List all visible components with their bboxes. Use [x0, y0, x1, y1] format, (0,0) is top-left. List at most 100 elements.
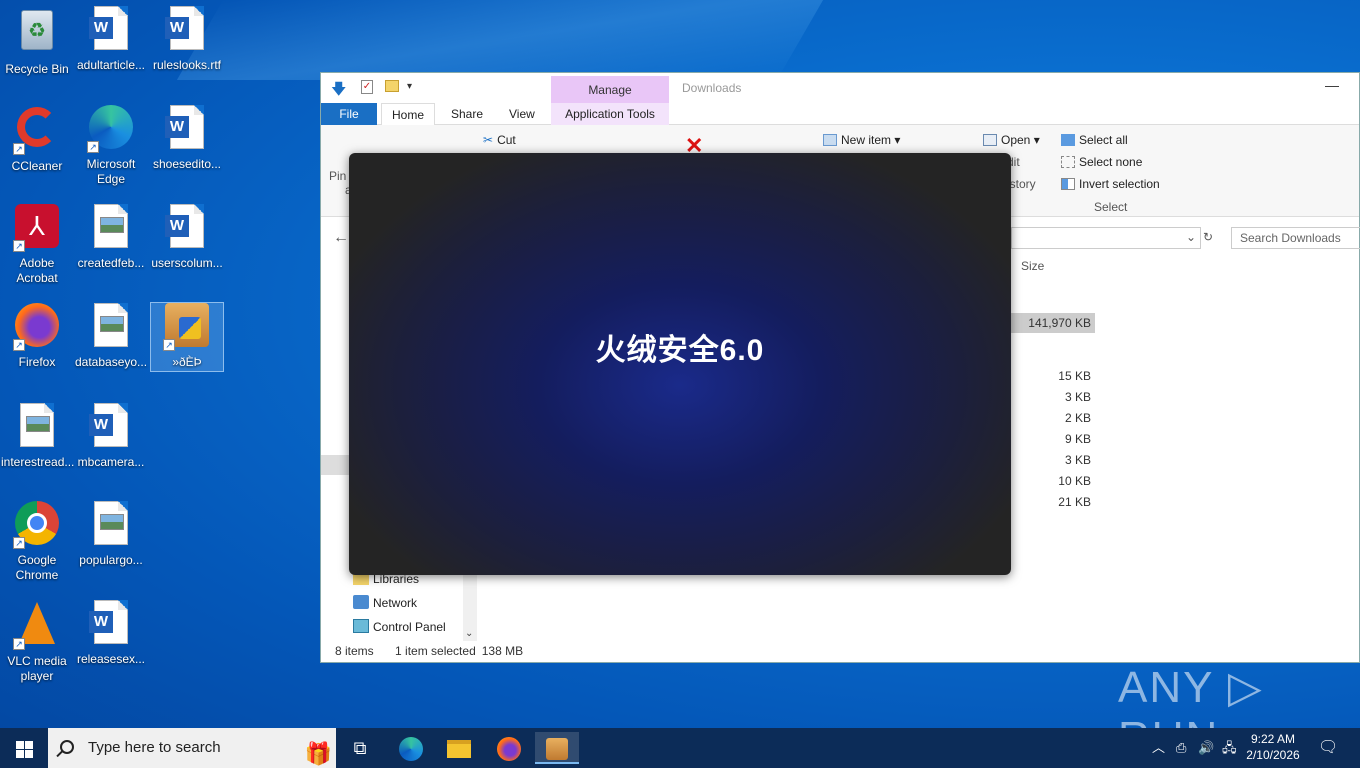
desktop-icon-label: shoesedito... [152, 157, 222, 171]
word-document-icon: W [163, 204, 211, 252]
tab-view[interactable]: View [499, 103, 545, 125]
file-size[interactable]: 21 KB [1011, 495, 1091, 509]
chevron-down-icon[interactable]: ⌄ [1186, 230, 1196, 244]
network-tray-icon[interactable]: 🖧 [1222, 728, 1237, 768]
notification-center-icon[interactable]: 🗨 [1318, 728, 1338, 768]
desktop-icon-image-file[interactable]: interestread... [1, 403, 75, 470]
huorong-installer-taskbar-icon[interactable] [535, 732, 579, 764]
shortcut-arrow-icon: ↗ [13, 143, 25, 155]
desktop-icon-image-file[interactable]: createdfeb... [75, 204, 147, 271]
edge-taskbar-icon[interactable] [389, 732, 433, 764]
file-explorer-taskbar-icon[interactable] [437, 732, 481, 764]
show-hidden-icons-chevron-icon[interactable]: ︿ [1152, 728, 1165, 768]
scroll-down-icon[interactable]: ⌄ [465, 628, 473, 639]
firefox-icon: ↗ [13, 303, 61, 351]
meet-now-icon[interactable]: ⎙ [1176, 728, 1186, 768]
tab-file[interactable]: File [321, 103, 377, 125]
desktop-icon-label: userscolum... [151, 256, 223, 270]
desktop-icon-rtf-doc[interactable]: W ruleslooks.rtf [151, 6, 223, 73]
desktop-icon-label: createdfeb... [77, 256, 145, 270]
network-icon [353, 595, 369, 609]
desktop-icon-edge[interactable]: ↗ Microsoft Edge [75, 105, 147, 187]
desktop-icon-label: mbcamera... [77, 455, 145, 469]
desktop-icon-chrome[interactable]: ↗ Google Chrome [1, 501, 73, 583]
customize-qat-icon[interactable]: ▾ [407, 81, 412, 92]
desktop-icon-label: populargo... [79, 553, 143, 567]
clock-time: 9:22 AM [1250, 732, 1296, 746]
image-file-icon [87, 204, 135, 252]
file-size[interactable]: 3 KB [1011, 390, 1091, 404]
select-none-button[interactable]: Select none [1061, 155, 1142, 169]
desktop-icon-ccleaner[interactable]: ↗ CCleaner [1, 105, 73, 174]
download-arrow-icon[interactable]: 🡇 [331, 79, 346, 104]
pin-button-label[interactable]: Pin [329, 169, 346, 183]
back-arrow-icon[interactable]: ← [333, 229, 349, 247]
desktop-icon-installer-selected[interactable]: ↗ »ðÈÞ [150, 302, 224, 372]
address-box[interactable]: ⌄ [1011, 227, 1201, 249]
desktop-icon-recycle-bin[interactable]: ♻ Recycle Bin [1, 6, 73, 77]
desktop-icon-word-doc[interactable]: W userscolum... [151, 204, 223, 271]
desktop-icon-word-doc[interactable]: W adultarticle... [75, 6, 147, 73]
desktop-icon-label: releasesex... [76, 652, 146, 666]
taskbar-search-box[interactable]: Type here to search 🎁 [48, 728, 336, 768]
refresh-icon[interactable]: ↻ [1203, 230, 1213, 244]
desktop-icon-word-doc[interactable]: W releasesex... [75, 600, 147, 667]
nav-item-control-panel[interactable]: Control Panel [353, 619, 446, 634]
desktop-icon-vlc[interactable]: ↗ VLC media player [1, 600, 73, 684]
selected-file-size[interactable]: 141,970 KB [1011, 313, 1095, 333]
select-none-label: Select none [1079, 155, 1143, 169]
new-item-button[interactable]: New item ▾ [823, 133, 900, 147]
desktop-icon-firefox[interactable]: ↗ Firefox [1, 303, 73, 370]
history-button[interactable]: istory [1007, 177, 1036, 191]
new-folder-icon[interactable] [385, 80, 399, 92]
windows-logo-pane [16, 750, 24, 758]
invert-selection-button[interactable]: Invert selection [1061, 177, 1160, 191]
desktop-icon-word-doc[interactable]: W mbcamera... [75, 403, 147, 470]
system-clock[interactable]: 9:22 AM 2/10/2026 [1236, 731, 1310, 763]
properties-icon[interactable]: ✓ [361, 80, 373, 94]
new-item-label: New item [841, 133, 892, 147]
firefox-taskbar-icon[interactable] [487, 732, 531, 764]
file-size[interactable]: 3 KB [1011, 453, 1091, 467]
desktop-icon-image-file[interactable]: databaseyo... [75, 303, 147, 370]
volume-icon[interactable]: 🔊 [1198, 728, 1214, 768]
acrobat-icon: ⅄ ↗ [13, 204, 61, 252]
file-size[interactable]: 9 KB [1011, 432, 1091, 446]
search-icon [60, 740, 74, 754]
desktop-icon-label: Recycle Bin [5, 62, 69, 76]
scissors-icon: ✂ [483, 133, 494, 147]
wallpaper-light-beam [176, 0, 824, 80]
cut-button[interactable]: ✂ Cut [483, 133, 516, 147]
desktop-icon-label: Firefox [18, 355, 56, 369]
nav-label: Control Panel [373, 620, 446, 634]
file-size[interactable]: 2 KB [1011, 411, 1091, 425]
status-selected: 1 item selected [395, 644, 476, 658]
open-button[interactable]: Open ▾ [983, 133, 1040, 147]
desktop-icon-label: CCleaner [11, 159, 63, 173]
installer-package-icon: ↗ [163, 303, 211, 351]
tab-application-tools[interactable]: Application Tools [551, 103, 669, 125]
desktop-icon-image-file[interactable]: populargo... [75, 501, 147, 568]
search-highlight-gifts-icon[interactable]: 🎁 [305, 734, 332, 768]
select-all-button[interactable]: Select all [1061, 133, 1128, 147]
taskbar: Type here to search 🎁 ⧉ ︿ ⎙ 🔊 🖧 9:22 AM … [0, 728, 1360, 768]
minimize-button[interactable]: — [1325, 77, 1339, 93]
select-none-icon [1061, 156, 1075, 168]
nav-item-network[interactable]: Network [353, 595, 417, 610]
desktop-icon-label: Microsoft Edge [86, 157, 136, 186]
column-header-size[interactable]: Size [1021, 259, 1044, 273]
file-size[interactable]: 15 KB [1011, 369, 1091, 383]
desktop-icon-label: databaseyo... [75, 355, 148, 369]
desktop-icon-label: interestread... [1, 455, 75, 469]
image-file-icon [13, 403, 61, 451]
tab-home[interactable]: Home [381, 103, 436, 126]
manage-contextual-header: Manage [551, 76, 669, 104]
start-button[interactable] [0, 728, 48, 768]
desktop-icon-acrobat[interactable]: ⅄ ↗ Adobe Acrobat [1, 204, 73, 286]
tab-share[interactable]: Share [441, 103, 493, 125]
task-view-icon[interactable]: ⧉ [338, 732, 382, 764]
search-input[interactable]: Search Downloads [1231, 227, 1360, 249]
desktop-icon-word-doc[interactable]: W shoesedito... [151, 105, 223, 172]
file-size[interactable]: 10 KB [1011, 474, 1091, 488]
select-all-icon [1061, 134, 1075, 146]
